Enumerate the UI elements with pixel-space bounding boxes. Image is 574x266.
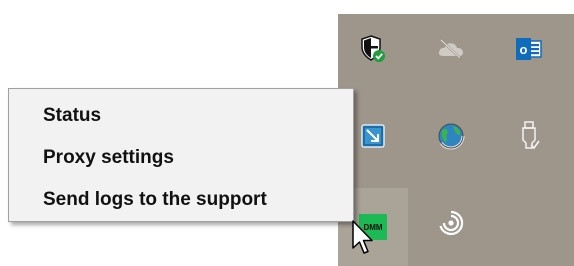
windows-security-icon <box>361 35 385 62</box>
mouse-pointer-icon <box>352 220 373 254</box>
menu-item-send-logs[interactable]: Send logs to the support <box>43 189 267 211</box>
tray-item-windows-security[interactable] <box>338 14 408 84</box>
swirl-app-icon <box>439 210 464 236</box>
svg-text:o: o <box>520 42 528 57</box>
network-globe-icon <box>437 122 465 150</box>
menu-item-proxy-settings[interactable]: Proxy settings <box>43 147 174 169</box>
tray-item-swirl-app[interactable] <box>416 188 486 258</box>
remote-desktop-icon <box>361 124 385 148</box>
onedrive-offline-icon <box>438 39 463 60</box>
tray-item-onedrive[interactable] <box>416 14 486 84</box>
tray-item-usb-safely-remove[interactable] <box>494 101 564 171</box>
tray-item-outlook[interactable]: o <box>494 14 564 84</box>
desktop: o DMM Status Proxy settings Send logs to… <box>0 0 574 266</box>
outlook-icon: o <box>516 38 542 60</box>
tray-item-network-globe[interactable] <box>416 101 486 171</box>
usb-safely-remove-icon <box>522 121 540 150</box>
menu-item-status[interactable]: Status <box>43 105 101 127</box>
context-menu: Status Proxy settings Send logs to the s… <box>8 88 354 222</box>
